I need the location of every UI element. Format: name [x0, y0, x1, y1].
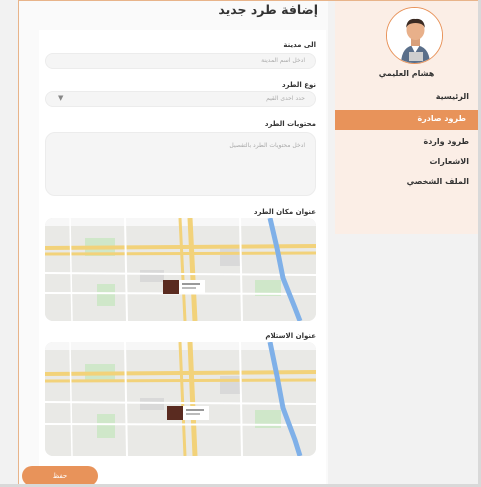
sidebar-item-outgoing[interactable]: طرود صادرة — [335, 110, 478, 130]
city-placeholder: ادخل اسم المدينة — [261, 57, 305, 64]
city-label: الى مدينة — [283, 41, 316, 49]
receive-map[interactable] — [45, 342, 316, 456]
type-placeholder: حدد احدى القيم — [266, 95, 305, 102]
map-image — [45, 342, 316, 456]
user-avatar-icon — [387, 8, 442, 63]
sidebar-item-notifications[interactable]: الاشعارات — [430, 157, 469, 166]
sidebar-item-home[interactable]: الرئيسية — [436, 92, 469, 101]
receive-address-label: عنوان الاستلام — [265, 332, 316, 340]
contents-textarea[interactable]: ادخل محتويات الطرد بالتفصيل — [45, 132, 316, 196]
contents-placeholder: ادخل محتويات الطرد بالتفصيل — [229, 142, 305, 149]
chevron-down-icon: ▼ — [58, 94, 64, 102]
contents-label: محتويات الطرد — [264, 120, 316, 128]
user-name: هشام العليمي — [378, 69, 435, 78]
type-select[interactable]: ▼ حدد احدى القيم — [45, 91, 316, 107]
page-title: إضافة طرد جديد — [218, 2, 318, 17]
city-input[interactable]: ادخل اسم المدينة — [45, 53, 316, 69]
sidebar-item-incoming[interactable]: طرود واردة — [423, 137, 469, 146]
sidebar-item-outgoing-label: طرود صادرة — [417, 114, 466, 123]
sender-address-label: عنوان مكان الطرد — [253, 208, 316, 216]
map-image — [45, 218, 316, 321]
type-label: نوع الطرد — [281, 81, 316, 89]
main-content: إضافة طرد جديد الى مدينة ادخل اسم المدين… — [19, 1, 328, 484]
avatar[interactable] — [386, 7, 443, 64]
sender-map[interactable] — [45, 218, 316, 321]
save-button[interactable]: حفظ — [22, 466, 98, 486]
sidebar-item-profile[interactable]: الملف الشخصي — [407, 177, 469, 186]
